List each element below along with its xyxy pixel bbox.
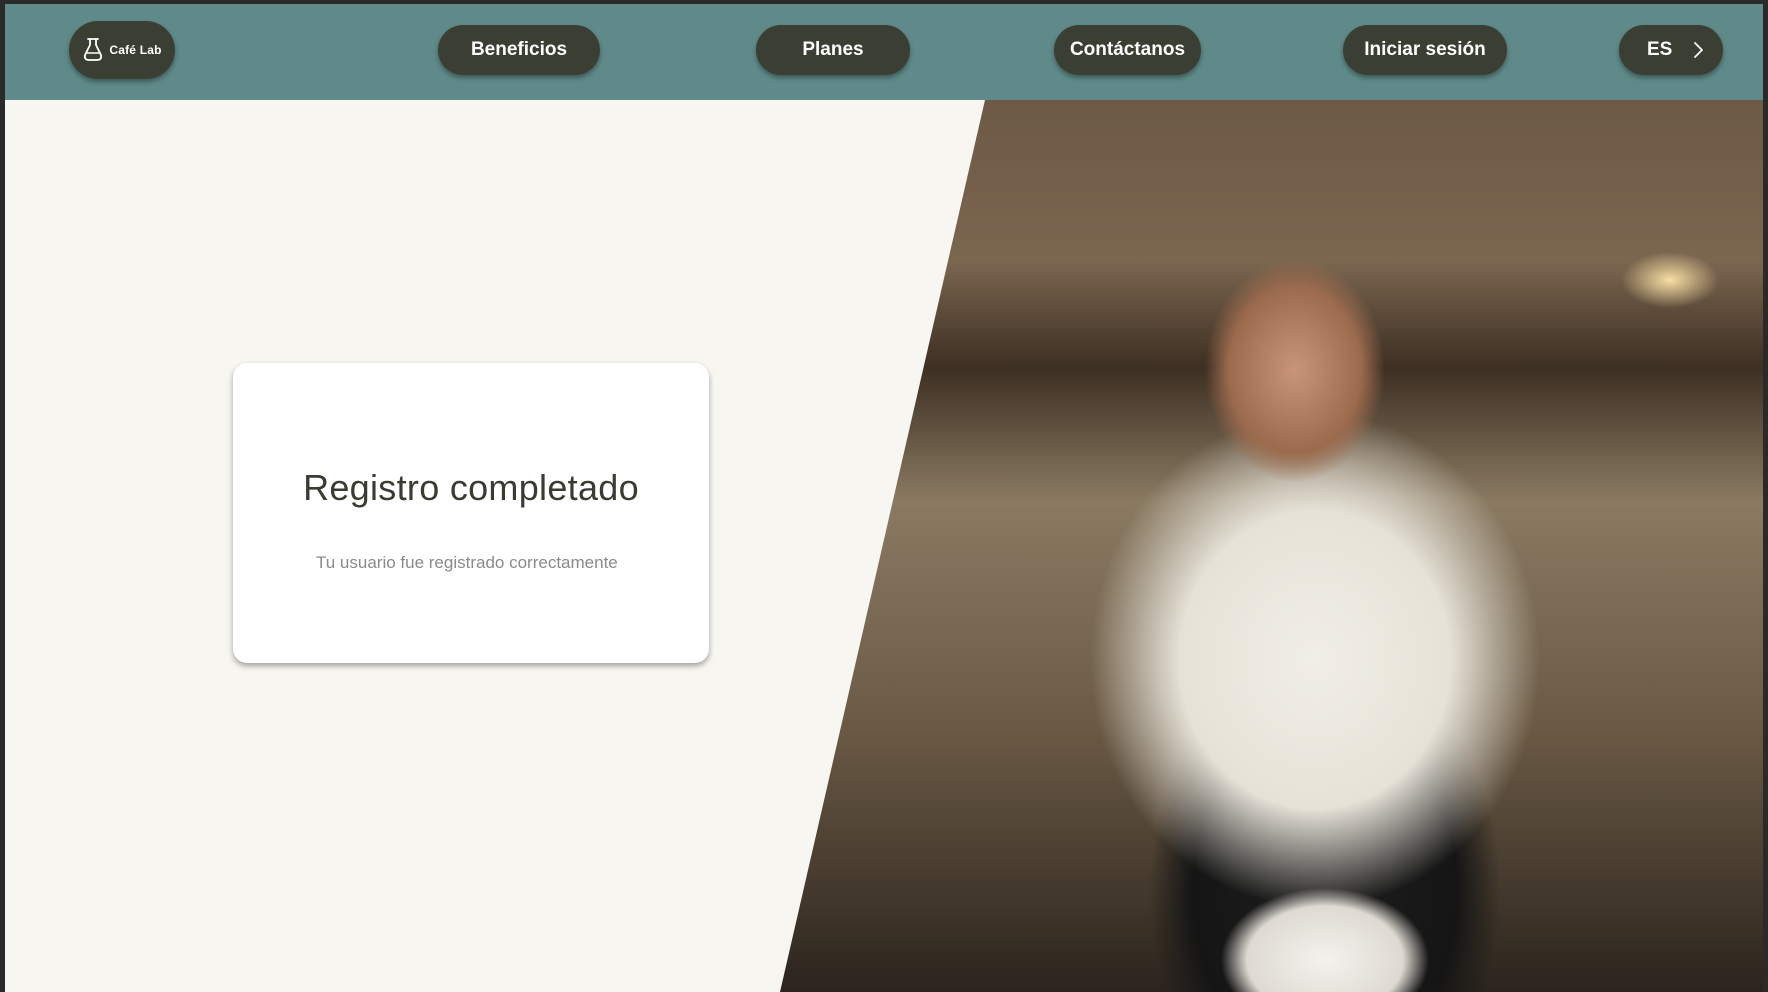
nav-beneficios-label: Beneficios bbox=[470, 39, 568, 60]
login-label: Iniciar sesión bbox=[1364, 39, 1486, 60]
nav-contactanos-button[interactable]: Contáctanos bbox=[1054, 25, 1201, 75]
page-frame: Café Lab Beneficios Planes Contáctanos I… bbox=[5, 4, 1763, 992]
top-navigation-bar: Café Lab Beneficios Planes Contáctanos I… bbox=[5, 4, 1763, 100]
registration-success-card: Registro completado Tu usuario fue regis… bbox=[233, 363, 709, 663]
nav-beneficios-button[interactable]: Beneficios bbox=[438, 25, 600, 75]
nav-planes-label: Planes bbox=[802, 39, 864, 60]
coffee-maker-icon bbox=[84, 38, 103, 61]
nav-planes-button[interactable]: Planes bbox=[756, 25, 910, 75]
nav-contactanos-label: Contáctanos bbox=[1069, 39, 1186, 60]
language-label: ES bbox=[1647, 39, 1673, 60]
chevron-right-icon bbox=[1694, 42, 1704, 58]
logo-button[interactable]: Café Lab bbox=[69, 21, 175, 79]
card-title: Registro completado bbox=[303, 467, 639, 508]
login-button[interactable]: Iniciar sesión bbox=[1343, 25, 1507, 75]
language-selector[interactable]: ES bbox=[1619, 25, 1723, 75]
logo-text: Café Lab bbox=[109, 43, 162, 57]
card-subtitle: Tu usuario fue registrado correctamente bbox=[316, 553, 618, 572]
